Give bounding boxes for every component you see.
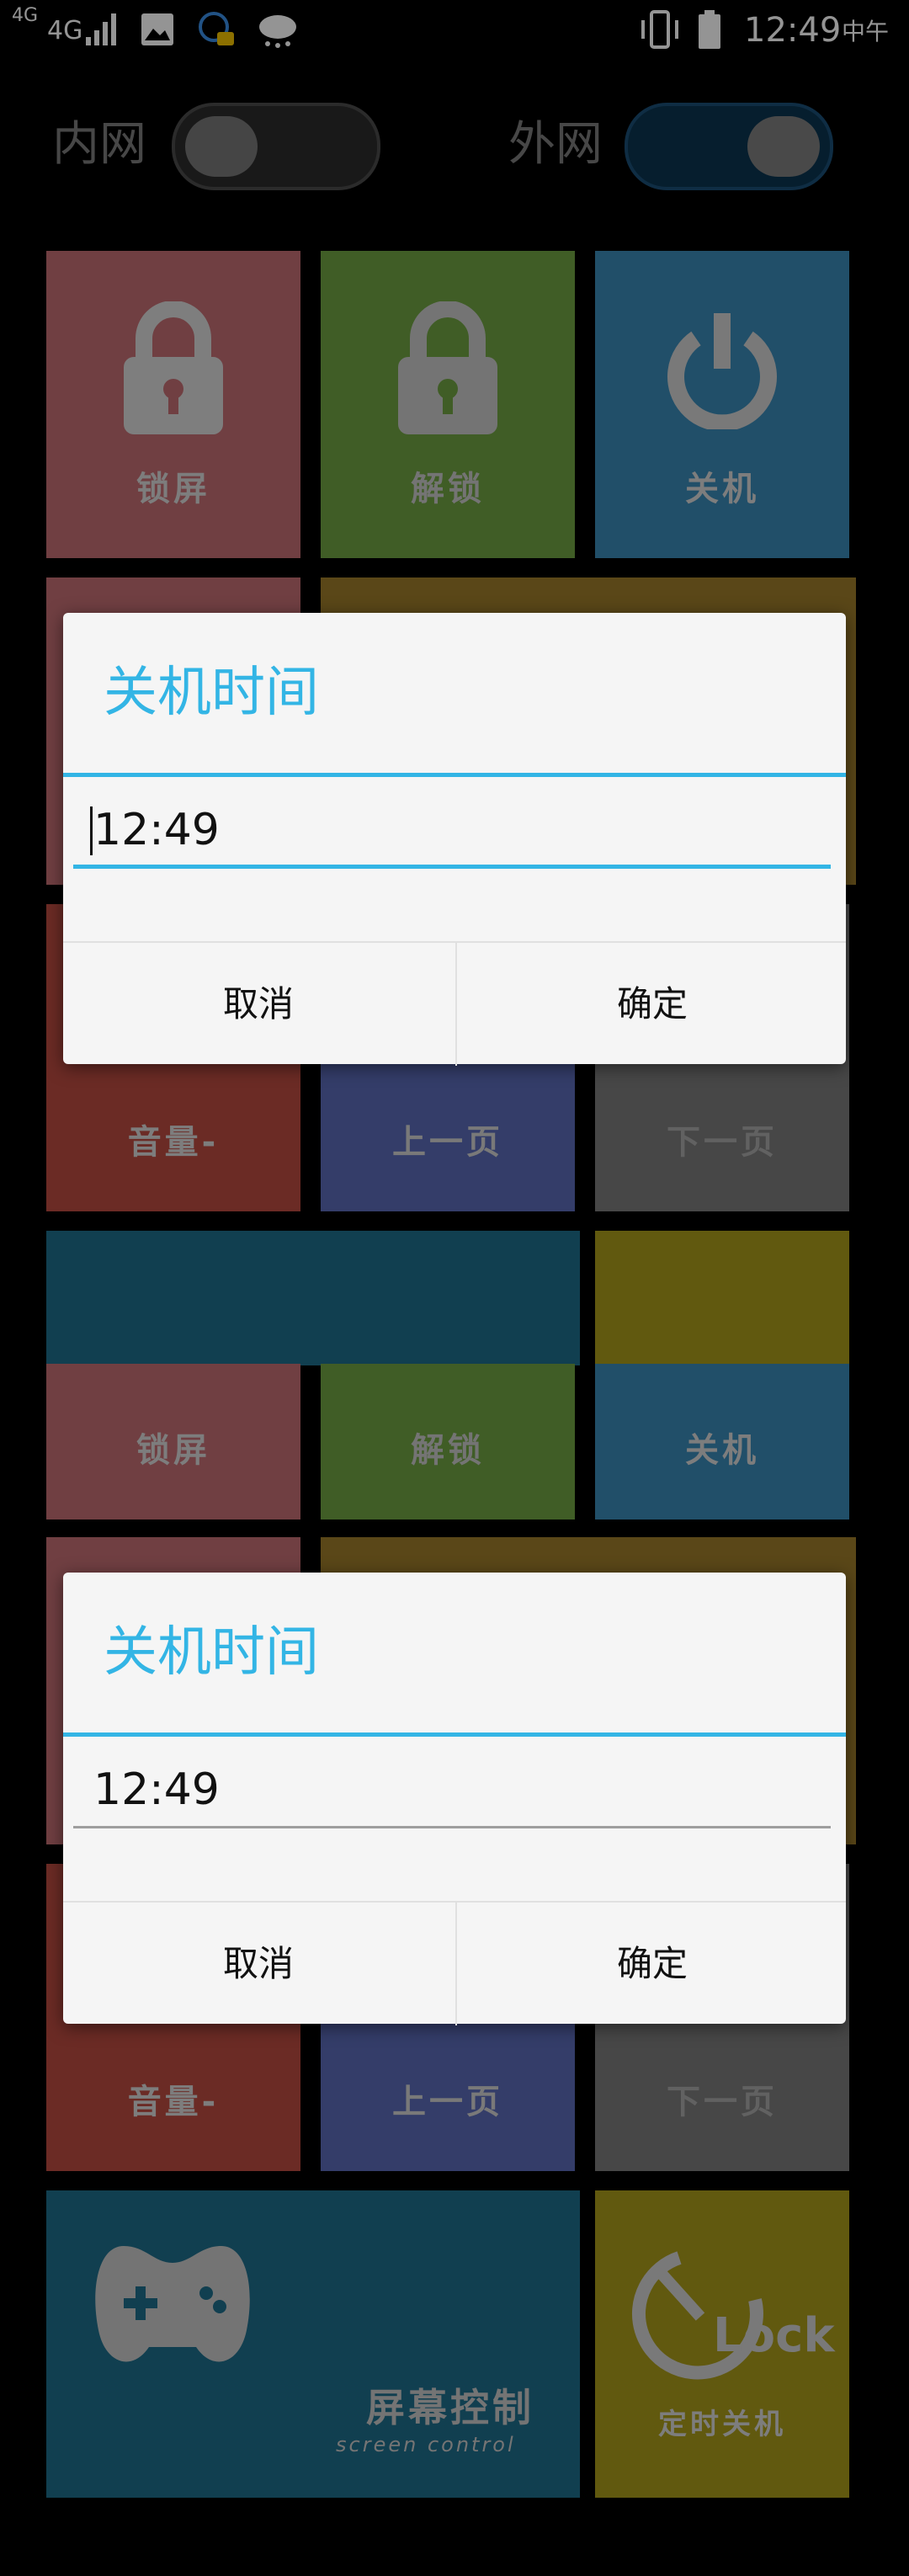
text-cursor xyxy=(90,806,93,855)
confirm-button[interactable]: 确定 xyxy=(455,1903,848,2025)
cancel-button[interactable]: 取消 xyxy=(63,943,454,1066)
shutdown-time-dialog-top: 关机时间 12:49 取消 确定 xyxy=(63,613,846,1066)
dim-overlay xyxy=(0,0,909,2576)
confirm-button[interactable]: 确定 xyxy=(455,943,848,1066)
dialog-title: 关机时间 xyxy=(104,1621,319,1684)
dialog-title-divider xyxy=(63,773,846,777)
dialog-button-row: 取消 确定 xyxy=(63,1901,846,2025)
shutdown-time-input[interactable]: 12:49 xyxy=(73,788,831,869)
input-underline-focused xyxy=(73,865,831,869)
shutdown-time-value: 12:49 xyxy=(93,1764,220,1815)
dialog-button-row: 取消 确定 xyxy=(63,941,846,1066)
input-underline xyxy=(73,1826,831,1828)
shutdown-time-dialog-bottom: 关机时间 12:49 取消 确定 xyxy=(63,1573,846,2025)
cancel-button[interactable]: 取消 xyxy=(63,1903,454,2025)
shutdown-time-value: 12:49 xyxy=(93,805,220,855)
shutdown-time-input[interactable]: 12:49 xyxy=(73,1748,831,1828)
dialog-title-divider xyxy=(63,1732,846,1737)
dialog-title: 关机时间 xyxy=(104,662,319,724)
